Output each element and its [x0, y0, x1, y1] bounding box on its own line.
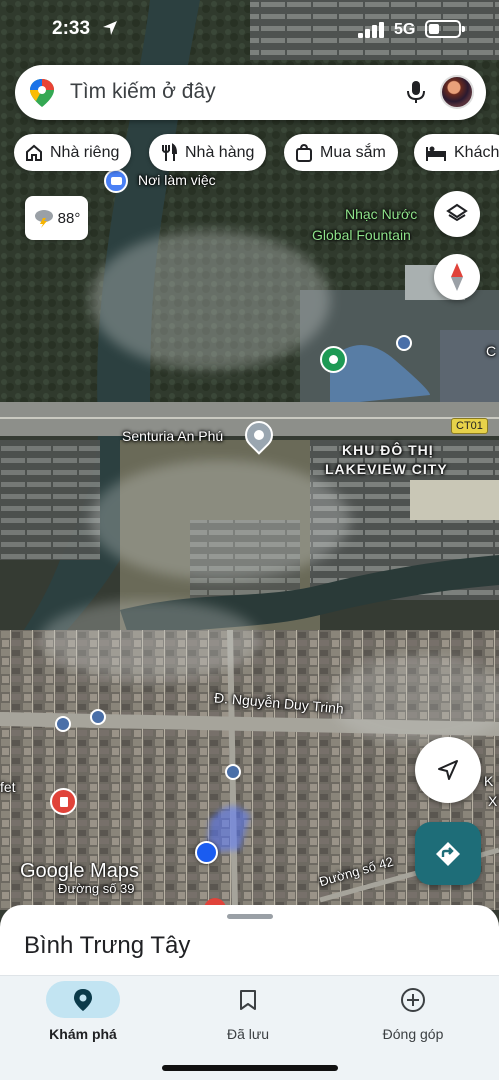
layers-button[interactable]	[434, 191, 480, 237]
signal-bars-icon	[358, 22, 384, 38]
avatar[interactable]	[440, 75, 474, 109]
network-type: 5G	[394, 21, 416, 38]
google-maps-watermark: Google Maps	[20, 860, 139, 882]
chip-label: Nhà hàng	[185, 143, 255, 161]
compass-icon	[451, 263, 463, 291]
map-label-fountain-line1[interactable]: Nhạc Nước	[345, 206, 417, 222]
search-bar[interactable]: Tìm kiếm ở đây	[15, 65, 486, 120]
bookmark-icon	[240, 989, 256, 1010]
restaurant-icon	[159, 142, 179, 163]
park-icon	[329, 355, 338, 364]
mic-icon[interactable]	[403, 79, 429, 105]
briefcase-icon	[110, 177, 122, 185]
directions-button[interactable]	[415, 822, 481, 885]
nav-saved-label: Đã lưu	[226, 1026, 270, 1042]
nav-contribute-pill	[376, 981, 450, 1018]
battery-icon	[425, 20, 465, 38]
sheet-drag-handle[interactable]	[227, 914, 273, 919]
map-label-right-edge-c[interactable]: C	[486, 343, 496, 359]
weather-badge[interactable]: 88°	[25, 196, 88, 240]
search-input[interactable]: Tìm kiếm ở đây	[70, 80, 216, 104]
place-sheet[interactable]: Bình Trưng Tây	[0, 905, 499, 980]
bus-stop-icon[interactable]	[396, 335, 412, 351]
nav-explore-label: Khám phá	[49, 1026, 117, 1042]
my-location-button[interactable]	[415, 737, 481, 803]
google-maps-pin-icon	[30, 79, 54, 107]
directions-icon	[436, 841, 460, 866]
chip-restaurant[interactable]: Nhà hàng	[149, 134, 267, 171]
nav-explore[interactable]: Khám phá	[13, 981, 153, 1042]
road-shield-ct01: CT01	[451, 418, 488, 434]
nav-saved[interactable]: Đã lưu	[178, 981, 318, 1042]
map-label-kdt-line2[interactable]: LAKEVIEW CITY	[325, 461, 448, 477]
compass-button[interactable]	[434, 254, 480, 300]
map-label-right-edge-k[interactable]: K	[484, 773, 493, 789]
home-indicator[interactable]	[162, 1065, 338, 1071]
map-label-senturia[interactable]: Senturia An Phú	[122, 428, 223, 444]
chip-shopping[interactable]: Mua sắm	[284, 134, 398, 171]
thunderstorm-icon	[34, 210, 53, 228]
home-icon	[24, 143, 44, 163]
chip-label: Nhà riêng	[50, 143, 120, 161]
bus-stop-icon[interactable]	[225, 764, 241, 780]
restaurant-marker[interactable]	[50, 788, 77, 815]
navigation-arrow-icon	[438, 760, 458, 780]
chip-home[interactable]: Nhà riêng	[14, 134, 132, 171]
chip-hotel[interactable]: Khách	[414, 134, 499, 171]
my-location-dot	[195, 841, 218, 864]
nav-contribute-label: Đóng góp	[382, 1026, 444, 1042]
bus-stop-icon[interactable]	[90, 709, 106, 725]
map-label-road-39[interactable]: Đường số 39	[58, 881, 135, 896]
chip-label: Mua sắm	[320, 143, 386, 161]
restaurant-icon	[59, 796, 68, 807]
status-time: 2:33	[52, 18, 91, 39]
layers-icon	[446, 203, 468, 222]
fountain-marker[interactable]	[320, 346, 347, 373]
map-label-kdt-line1[interactable]: KHU ĐÔ THỊ	[342, 442, 434, 458]
weather-temperature: 88°	[57, 209, 81, 227]
place-title: Bình Trưng Tây	[24, 932, 191, 959]
explore-pin-icon	[74, 988, 92, 1011]
chip-label: Khách	[454, 143, 499, 161]
nav-saved-pill	[211, 981, 285, 1018]
map-label-fountain-line2[interactable]: Global Fountain	[312, 227, 411, 243]
map-label-right-edge-x[interactable]: X	[488, 793, 497, 809]
shopping-bag-icon	[294, 143, 314, 163]
nav-explore-pill	[46, 981, 120, 1018]
status-bar: 2:33 5G	[0, 0, 499, 56]
nav-contribute[interactable]: Đóng góp	[343, 981, 483, 1042]
map-label-left-edge[interactable]: fet	[0, 779, 16, 795]
map-label-workplace[interactable]: Nơi làm việc	[138, 172, 216, 188]
location-arrow-icon	[103, 21, 117, 35]
bed-icon	[424, 143, 448, 163]
bus-stop-icon[interactable]	[55, 716, 71, 732]
add-circle-icon	[401, 987, 425, 1012]
workplace-marker[interactable]	[104, 169, 128, 193]
